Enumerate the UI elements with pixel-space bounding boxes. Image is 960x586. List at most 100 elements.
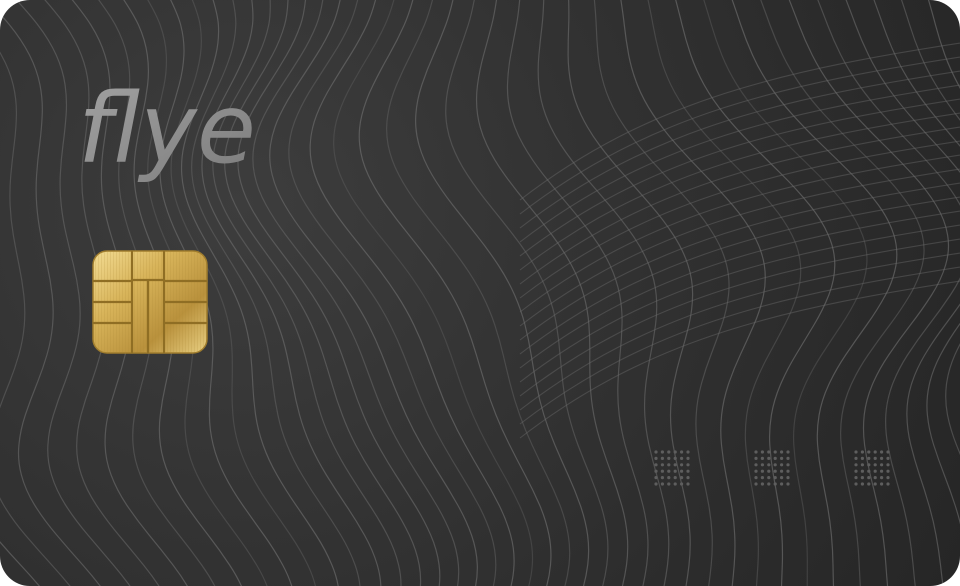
pattern-dot [880, 450, 884, 454]
pattern-line [333, 0, 534, 586]
pattern-dot [854, 482, 858, 486]
pattern-dot [686, 469, 690, 473]
brand-logo: flye [78, 73, 256, 185]
pattern-dot [760, 476, 764, 480]
pattern-dot [780, 463, 784, 467]
pattern-dot [860, 476, 864, 480]
pattern-dot [873, 469, 877, 473]
pattern-dot [760, 482, 764, 486]
pattern-line [703, 0, 868, 586]
pattern-dot [760, 456, 764, 460]
pattern-dot [867, 456, 871, 460]
pattern-line [567, 0, 694, 586]
pattern-dot [780, 482, 784, 486]
pattern-dot [873, 482, 877, 486]
pattern-dot [773, 476, 777, 480]
pattern-dot [886, 476, 890, 480]
contactless-dot-pattern [854, 450, 890, 486]
pattern-dot [760, 469, 764, 473]
pattern-dot [660, 482, 664, 486]
pattern-dot [767, 463, 771, 467]
pattern-line [537, 0, 670, 586]
pattern-dot [854, 469, 858, 473]
pattern-dot [686, 482, 690, 486]
pattern-dot [860, 456, 864, 460]
pattern-dot [880, 456, 884, 460]
pattern-dot [780, 476, 784, 480]
pattern-dot [667, 476, 671, 480]
pattern-dot [660, 463, 664, 467]
pattern-dot [760, 450, 764, 454]
pattern-dot [754, 463, 758, 467]
pattern-line [519, 56, 960, 215]
pattern-dot [754, 469, 758, 473]
pattern-dot [860, 469, 864, 473]
pattern-dot [667, 450, 671, 454]
pattern-dot [860, 463, 864, 467]
pattern-dot [767, 450, 771, 454]
pattern-dot [886, 482, 890, 486]
pattern-dot [673, 456, 677, 460]
pattern-line [593, 0, 730, 586]
pattern-dot [873, 463, 877, 467]
pattern-line [415, 0, 590, 586]
pattern-dot [660, 469, 664, 473]
pattern-dot [773, 482, 777, 486]
pattern-dot [654, 463, 658, 467]
pattern-line [731, 0, 898, 586]
contactless-dot-pattern [654, 450, 690, 486]
pattern-dot [654, 450, 658, 454]
pattern-dot [767, 482, 771, 486]
pattern-dot [680, 476, 684, 480]
emv-chip-icon [92, 250, 208, 354]
pattern-dot [786, 476, 790, 480]
pattern-dot [773, 463, 777, 467]
pattern-line [519, 266, 960, 425]
payment-card: flye [0, 0, 960, 586]
pattern-line [760, 0, 925, 586]
pattern-dot [867, 469, 871, 473]
pattern-dot [786, 469, 790, 473]
pattern-dot [660, 476, 664, 480]
pattern-dot [673, 469, 677, 473]
pattern-dot [854, 463, 858, 467]
pattern-line [386, 0, 571, 586]
pattern-dot [867, 463, 871, 467]
pattern-dot [680, 469, 684, 473]
brand-wordmark: flye [78, 73, 256, 185]
pattern-dot [780, 450, 784, 454]
pattern-dot [867, 476, 871, 480]
pattern-dot [886, 450, 890, 454]
pattern-dot [654, 456, 658, 460]
pattern-dot [760, 463, 764, 467]
pattern-line [519, 238, 960, 397]
pattern-line [519, 42, 960, 201]
pattern-dot [754, 450, 758, 454]
pattern-dot [667, 463, 671, 467]
pattern-dot [686, 450, 690, 454]
pattern-dot [660, 456, 664, 460]
pattern-dot [767, 456, 771, 460]
pattern-dot [854, 450, 858, 454]
pattern-dot [873, 450, 877, 454]
pattern-dot [786, 482, 790, 486]
pattern-dot [754, 456, 758, 460]
pattern-dot [680, 463, 684, 467]
pattern-dot [880, 469, 884, 473]
pattern-dot [880, 463, 884, 467]
pattern-line [519, 70, 960, 229]
pattern-dot [673, 450, 677, 454]
pattern-dot [786, 450, 790, 454]
pattern-dot [860, 482, 864, 486]
pattern-dot [886, 463, 890, 467]
pattern-dot [680, 450, 684, 454]
pattern-dot [873, 456, 877, 460]
pattern-dot [867, 482, 871, 486]
pattern-line [519, 112, 960, 271]
pattern-dot [854, 476, 858, 480]
pattern-dot [886, 469, 890, 473]
pattern-line [788, 0, 950, 586]
pattern-dot [773, 450, 777, 454]
pattern-dot [773, 469, 777, 473]
pattern-dot [680, 482, 684, 486]
